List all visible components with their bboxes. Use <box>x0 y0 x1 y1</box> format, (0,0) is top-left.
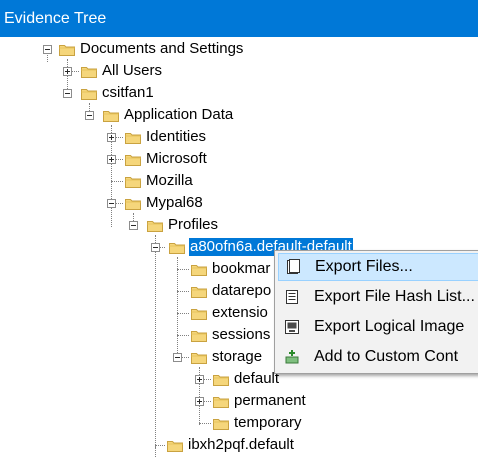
collapse-icon[interactable] <box>151 243 160 252</box>
folder-icon <box>147 220 163 232</box>
menu-item-label: Export File Hash List... <box>314 288 475 305</box>
tree-node-mypal68[interactable]: Mypal68 <box>105 192 204 214</box>
tree-node-documents-and-settings[interactable]: Documents and Settings <box>39 38 244 60</box>
collapse-icon[interactable] <box>85 111 94 120</box>
tree-node-label: Profiles <box>168 216 219 233</box>
folder-icon <box>191 352 207 364</box>
menu-item-export-files[interactable]: Export Files... <box>278 253 478 281</box>
tree-node-label: datarepo <box>212 282 272 299</box>
folder-icon <box>213 396 229 408</box>
panel-title: Evidence Tree <box>0 0 478 37</box>
folder-icon <box>167 440 183 452</box>
folder-icon <box>213 374 229 386</box>
folder-icon <box>125 176 141 188</box>
tree-node-label: csitfan1 <box>102 84 154 101</box>
tree-node-label: Microsoft <box>146 150 207 167</box>
tree-node-label: Identities <box>146 128 207 145</box>
folder-icon <box>125 198 141 210</box>
folder-icon <box>169 242 185 254</box>
tree-node-datareporting[interactable]: datarepo <box>191 280 272 302</box>
expand-icon[interactable] <box>107 155 116 164</box>
collapse-icon[interactable] <box>129 221 138 230</box>
tree-node-label: temporary <box>234 414 302 431</box>
tree-node-bookmarks[interactable]: bookmar <box>191 258 271 280</box>
evidence-tree: Documents and Settings All Users csitfan… <box>0 37 478 457</box>
tree-node-label: bookmar <box>212 260 271 277</box>
tree-node-permanent[interactable]: permanent <box>193 390 307 412</box>
folder-icon <box>191 286 207 298</box>
tree-node-label: storage <box>212 348 263 365</box>
expand-icon[interactable] <box>107 133 116 142</box>
collapse-icon[interactable] <box>63 89 72 98</box>
add-custom-content-icon <box>285 350 299 364</box>
collapse-icon[interactable] <box>107 199 116 208</box>
tree-node-extensions[interactable]: extensio <box>191 302 269 324</box>
tree-node-label: permanent <box>234 392 306 409</box>
collapse-icon[interactable] <box>173 353 182 362</box>
logical-image-icon <box>285 320 299 334</box>
tree-node-label: ibxh2pqf.default <box>188 436 294 453</box>
folder-icon <box>213 418 229 430</box>
tree-node-ibxh2pqf-default[interactable]: ibxh2pqf.default <box>167 434 295 456</box>
folder-icon <box>125 154 141 166</box>
folder-icon <box>59 44 75 56</box>
folder-icon <box>81 88 97 100</box>
tree-node-label: sessions <box>212 326 271 343</box>
tree-node-profiles[interactable]: Profiles <box>127 214 219 236</box>
menu-item-export-logical-image[interactable]: Export Logical Image <box>278 313 478 341</box>
expand-icon[interactable] <box>63 67 72 76</box>
menu-item-label: Export Logical Image <box>314 318 465 335</box>
tree-node-storage[interactable]: storage <box>171 346 263 368</box>
folder-icon <box>191 330 207 342</box>
tree-node-temporary[interactable]: temporary <box>213 412 303 434</box>
menu-item-label: Export Files... <box>315 258 413 275</box>
tree-node-sessionstore[interactable]: sessions <box>191 324 271 346</box>
context-menu: Export Files... Export File Hash List...… <box>274 250 478 374</box>
expand-icon[interactable] <box>195 397 204 406</box>
tree-node-label: Documents and Settings <box>80 40 244 57</box>
menu-item-add-to-custom-content[interactable]: Add to Custom Cont <box>278 343 478 371</box>
expand-icon[interactable] <box>195 375 204 384</box>
tree-node-label: Mypal68 <box>146 194 203 211</box>
tree-node-all-users[interactable]: All Users <box>61 60 163 82</box>
folder-icon <box>103 110 119 122</box>
tree-node-default[interactable]: default <box>193 368 280 390</box>
tree-node-mozilla[interactable]: Mozilla <box>125 170 194 192</box>
tree-node-label: Application Data <box>124 106 234 123</box>
tree-node-label: default <box>234 370 280 387</box>
tree-node-csitfan1[interactable]: csitfan1 <box>61 82 155 104</box>
tree-node-label: Mozilla <box>146 172 193 189</box>
tree-node-label: extensio <box>212 304 268 321</box>
folder-icon <box>191 308 207 320</box>
tree-node-identities[interactable]: Identities <box>105 126 207 148</box>
folder-icon <box>125 132 141 144</box>
tree-node-label: All Users <box>102 62 163 79</box>
menu-item-label: Add to Custom Cont <box>314 348 459 365</box>
folder-icon <box>81 66 97 78</box>
tree-node-microsoft[interactable]: Microsoft <box>105 148 208 170</box>
hash-list-icon <box>286 290 298 304</box>
evidence-tree-panel: Evidence Tree Documents and Settings All… <box>0 0 478 457</box>
menu-item-export-file-hash-list[interactable]: Export File Hash List... <box>278 283 478 311</box>
collapse-icon[interactable] <box>43 45 52 54</box>
folder-icon <box>191 264 207 276</box>
export-files-icon <box>287 259 300 274</box>
tree-node-application-data[interactable]: Application Data <box>83 104 234 126</box>
